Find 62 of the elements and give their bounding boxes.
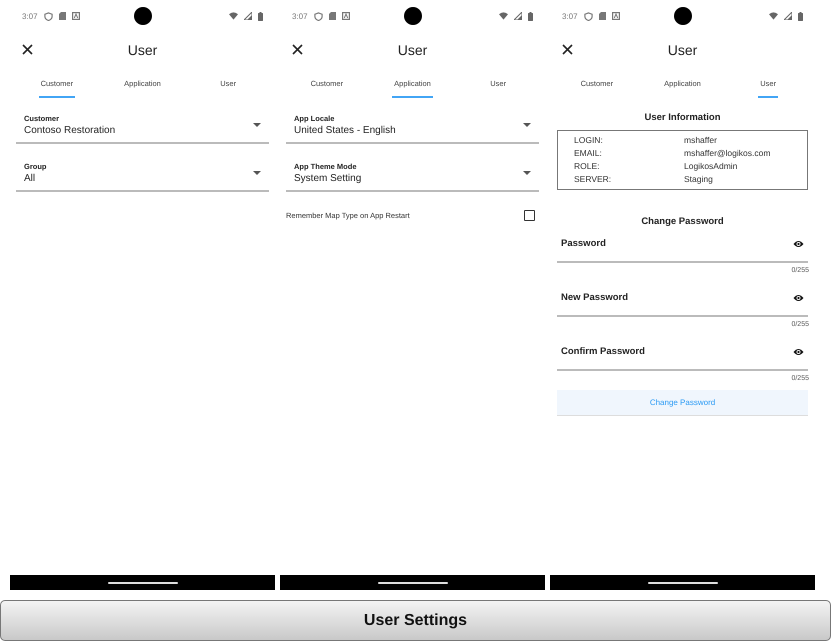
info-value: mshaffer@logikos.com <box>684 147 772 160</box>
signal-icon <box>784 12 792 20</box>
dropdown-arrow-icon <box>253 123 261 127</box>
battery-icon <box>798 12 803 20</box>
close-icon <box>22 44 33 55</box>
field-value: Contoso Restoration <box>24 125 116 136</box>
camera-hole-icon <box>674 7 692 25</box>
close-button[interactable] <box>562 44 573 55</box>
wifi-icon <box>769 12 778 20</box>
notification-icon <box>612 12 620 20</box>
status-time: 3:07 <box>292 12 308 20</box>
battery-icon <box>258 12 263 20</box>
notification-icon <box>342 12 350 20</box>
field-value: All <box>24 173 36 184</box>
sd-card-icon <box>58 12 66 20</box>
shield-icon <box>44 12 53 20</box>
password-field[interactable]: Confirm Password <box>557 342 808 371</box>
info-key: EMAIL: <box>574 147 684 160</box>
status-time: 3:07 <box>22 12 38 20</box>
signal-icon <box>244 12 252 20</box>
notification-icon <box>72 12 80 20</box>
dropdown-arrow-icon <box>523 123 531 127</box>
caption-button[interactable]: User Settings <box>0 600 831 641</box>
field-value: System Setting <box>294 173 362 184</box>
shield-icon <box>584 12 593 20</box>
wifi-icon <box>229 12 238 20</box>
info-value: Staging <box>684 173 714 186</box>
dropdown-arrow-icon <box>523 171 531 175</box>
status-time: 3:07 <box>562 12 578 20</box>
screen-title: User <box>668 42 698 58</box>
password-field[interactable]: Password <box>557 234 808 263</box>
password-field[interactable]: New Password <box>557 288 808 317</box>
dropdown-arrow-icon <box>253 171 261 175</box>
screen-title: User <box>128 42 158 58</box>
home-handle[interactable] <box>648 582 718 584</box>
section-heading: User Information <box>644 112 720 123</box>
eye-icon <box>793 294 804 302</box>
field-value: United States - English <box>294 125 397 136</box>
close-icon <box>562 44 573 55</box>
close-button[interactable] <box>292 44 303 55</box>
wifi-icon <box>499 12 508 20</box>
camera-hole-icon <box>134 7 152 25</box>
home-handle[interactable] <box>108 582 178 584</box>
sd-card-icon <box>598 12 606 20</box>
signal-icon <box>514 12 522 20</box>
section-heading: Change Password <box>641 216 724 227</box>
info-key: SERVER: <box>574 173 684 186</box>
battery-icon <box>528 12 533 20</box>
eye-icon <box>793 240 804 248</box>
checkbox[interactable] <box>524 210 535 221</box>
camera-hole-icon <box>404 7 422 25</box>
info-value: mshaffer <box>684 134 718 147</box>
info-key: ROLE: <box>574 160 684 173</box>
eye-icon <box>793 348 804 356</box>
screen-title: User <box>398 42 428 58</box>
sd-card-icon <box>328 12 336 20</box>
info-key: LOGIN: <box>574 134 684 147</box>
shield-icon <box>314 12 323 20</box>
info-value: LogikosAdmin <box>684 160 738 173</box>
home-handle[interactable] <box>378 582 448 584</box>
close-icon <box>292 44 303 55</box>
close-button[interactable] <box>22 44 33 55</box>
